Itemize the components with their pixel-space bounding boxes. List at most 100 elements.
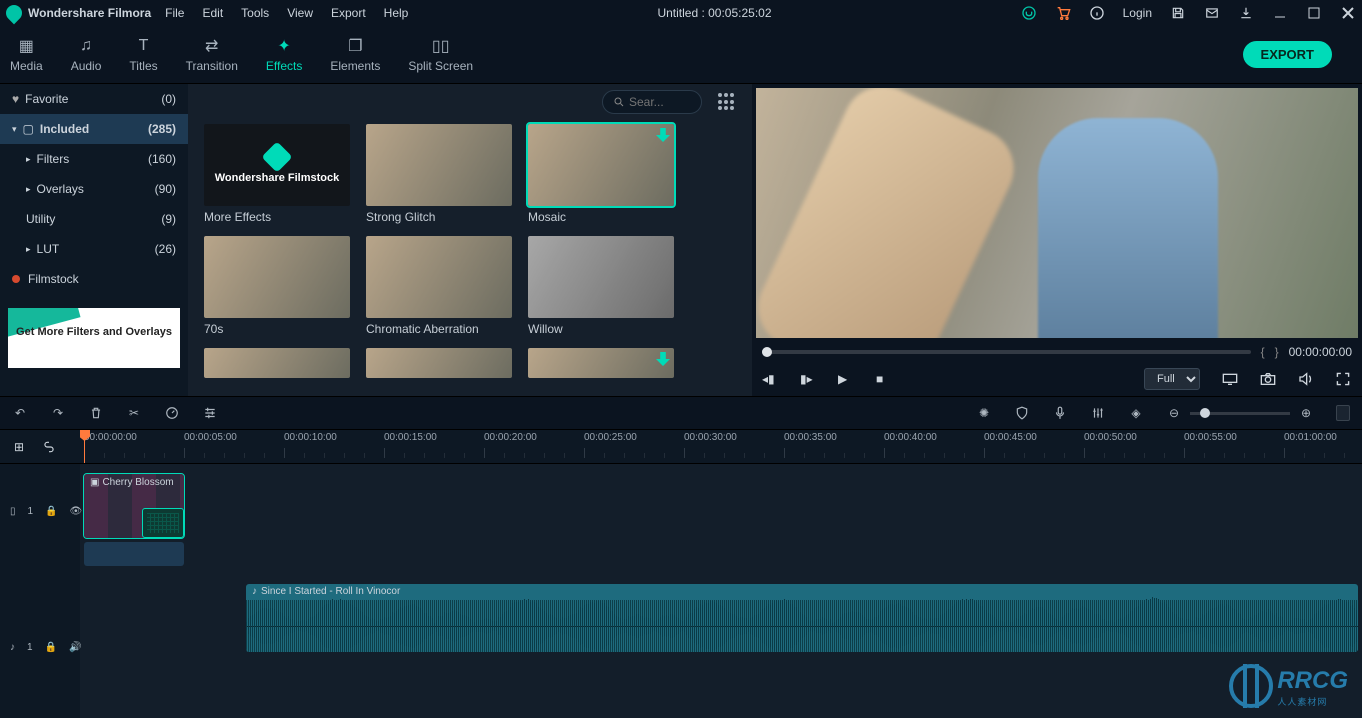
tab-media[interactable]: ▦Media: [10, 37, 43, 73]
info-icon[interactable]: [1089, 5, 1105, 21]
zoom-slider[interactable]: [1190, 412, 1290, 415]
effects-grid: Wondershare Filmstock More Effects Stron…: [188, 120, 752, 386]
mark-in-icon[interactable]: {: [1261, 345, 1265, 359]
menu-edit[interactable]: Edit: [202, 6, 223, 20]
track-header-video[interactable]: ▯ 1 🔒 👁: [0, 464, 80, 558]
menu-export[interactable]: Export: [331, 6, 366, 20]
split-button[interactable]: ✂: [126, 405, 142, 421]
window-maximize-icon[interactable]: [1306, 5, 1322, 21]
effect-card-mosaic[interactable]: Mosaic: [528, 124, 674, 224]
grid-view-toggle[interactable]: [718, 93, 736, 111]
count-lut: (26): [155, 242, 176, 256]
track-lanes[interactable]: ▣Cherry Blossom ♪Since I Started - Roll …: [80, 464, 1362, 718]
tab-elements[interactable]: ❐Elements: [330, 37, 380, 73]
sidebar-item-favorite[interactable]: ♥Favorite (0): [0, 84, 188, 114]
effect-card-chromatic-aberration[interactable]: Chromatic Aberration: [366, 236, 512, 336]
cart-icon[interactable]: [1055, 5, 1071, 21]
tab-split-screen[interactable]: ▯▯Split Screen: [408, 37, 473, 73]
delete-button[interactable]: [88, 405, 104, 421]
download-icon[interactable]: [1238, 5, 1254, 21]
effect-card-partial-1[interactable]: [204, 348, 350, 378]
ruler-stamp: 00:00:50:00: [1084, 432, 1137, 443]
effect-card-partial-3[interactable]: [528, 348, 674, 378]
shield-button[interactable]: [1014, 405, 1030, 421]
play-button[interactable]: ▶: [838, 371, 854, 387]
media-icon: ▦: [16, 37, 36, 55]
effect-card-partial-2[interactable]: [366, 348, 512, 378]
sidebar-item-utility[interactable]: Utility (9): [0, 204, 188, 234]
elements-icon: ❐: [345, 37, 365, 55]
tab-transition[interactable]: ⇄Transition: [186, 37, 238, 73]
prev-frame-button[interactable]: ◂▮: [762, 371, 778, 387]
menu-file[interactable]: File: [165, 6, 184, 20]
preview-viewport[interactable]: [756, 88, 1358, 338]
redo-button[interactable]: ↷: [50, 405, 66, 421]
mark-out-icon[interactable]: }: [1275, 345, 1279, 359]
tab-titles[interactable]: TTitles: [129, 37, 157, 73]
sidebar-item-overlays[interactable]: ▸Overlays (90): [0, 174, 188, 204]
link-button[interactable]: [42, 440, 56, 454]
ruler-stamp: 00:01:00:00: [1284, 432, 1337, 443]
seek-handle[interactable]: [762, 347, 772, 357]
sidebar-item-lut[interactable]: ▸LUT (26): [0, 234, 188, 264]
preview-seek-bar[interactable]: [762, 350, 1251, 354]
menu-view[interactable]: View: [287, 6, 313, 20]
effect-overlay-clip[interactable]: [142, 508, 184, 538]
effect-card-70s[interactable]: 70s: [204, 236, 350, 336]
adjust-button[interactable]: [202, 405, 218, 421]
timeline-layout-toggle[interactable]: [1336, 405, 1350, 421]
sidebar-item-included[interactable]: ▾▢Included (285): [0, 114, 188, 144]
stop-button[interactable]: ■: [876, 371, 892, 387]
promo-banner[interactable]: Get More Filters and Overlays: [8, 308, 180, 368]
track-header-audio[interactable]: ♪ 1 🔒 🔊: [0, 612, 80, 682]
effect-card-more[interactable]: Wondershare Filmstock More Effects: [204, 124, 350, 224]
playhead[interactable]: [84, 430, 85, 463]
mixer-button[interactable]: [1090, 405, 1106, 421]
tab-audio[interactable]: ♫Audio: [71, 37, 102, 73]
keyframe-button[interactable]: ◈: [1128, 405, 1144, 421]
audio-icon: ♫: [76, 37, 96, 55]
sub-clip[interactable]: [84, 542, 184, 566]
speed-button[interactable]: [164, 405, 180, 421]
search-input[interactable]: [629, 95, 684, 109]
effect-card-strong-glitch[interactable]: Strong Glitch: [366, 124, 512, 224]
fullscreen-icon[interactable]: [1336, 371, 1352, 387]
save-icon[interactable]: [1170, 5, 1186, 21]
thumb-partial-3: [528, 348, 674, 378]
effects-sidebar: ♥Favorite (0) ▾▢Included (285) ▸Filters …: [0, 84, 188, 396]
menu-tools[interactable]: Tools: [241, 6, 269, 20]
audio-clip[interactable]: ♪Since I Started - Roll In Vinocor: [246, 584, 1358, 652]
clip-icon: ▣: [90, 477, 99, 488]
export-button[interactable]: EXPORT: [1243, 41, 1332, 68]
lock-icon[interactable]: 🔒: [45, 506, 57, 517]
titlebar-right: Login: [1021, 5, 1356, 21]
display-settings-icon[interactable]: [1222, 371, 1238, 387]
mic-button[interactable]: [1052, 405, 1068, 421]
zoom-thumb[interactable]: [1200, 408, 1210, 418]
effect-card-willow[interactable]: Willow: [528, 236, 674, 336]
volume-icon[interactable]: [1298, 371, 1314, 387]
preview-quality-select[interactable]: Full: [1144, 368, 1200, 390]
timeline-toolbar: ↶ ↷ ✂ ✺ ◈ ⊖ ⊕: [0, 396, 1362, 430]
search-box[interactable]: [602, 90, 702, 114]
undo-button[interactable]: ↶: [12, 405, 28, 421]
next-frame-button[interactable]: ▮▸: [800, 371, 816, 387]
thumb-chromatic: [366, 236, 512, 318]
zoom-in-button[interactable]: ⊕: [1298, 405, 1314, 421]
lock-icon[interactable]: 🔒: [45, 642, 57, 653]
zoom-out-button[interactable]: ⊖: [1166, 405, 1182, 421]
window-minimize-icon[interactable]: [1272, 5, 1288, 21]
sidebar-item-filters[interactable]: ▸Filters (160): [0, 144, 188, 174]
timeline-ruler[interactable]: 00:00:00:0000:00:05:0000:00:10:0000:00:1…: [80, 430, 1362, 463]
window-close-icon[interactable]: [1340, 5, 1356, 21]
caption-willow: Willow: [528, 322, 674, 336]
add-track-button[interactable]: ⊞: [14, 440, 28, 454]
message-icon[interactable]: [1204, 5, 1220, 21]
sidebar-item-filmstock[interactable]: Filmstock: [0, 264, 188, 294]
support-icon[interactable]: [1021, 5, 1037, 21]
tab-effects[interactable]: ✦Effects: [266, 37, 302, 73]
login-button[interactable]: Login: [1123, 6, 1152, 20]
color-button[interactable]: ✺: [976, 405, 992, 421]
snapshot-icon[interactable]: [1260, 371, 1276, 387]
menu-help[interactable]: Help: [384, 6, 409, 20]
